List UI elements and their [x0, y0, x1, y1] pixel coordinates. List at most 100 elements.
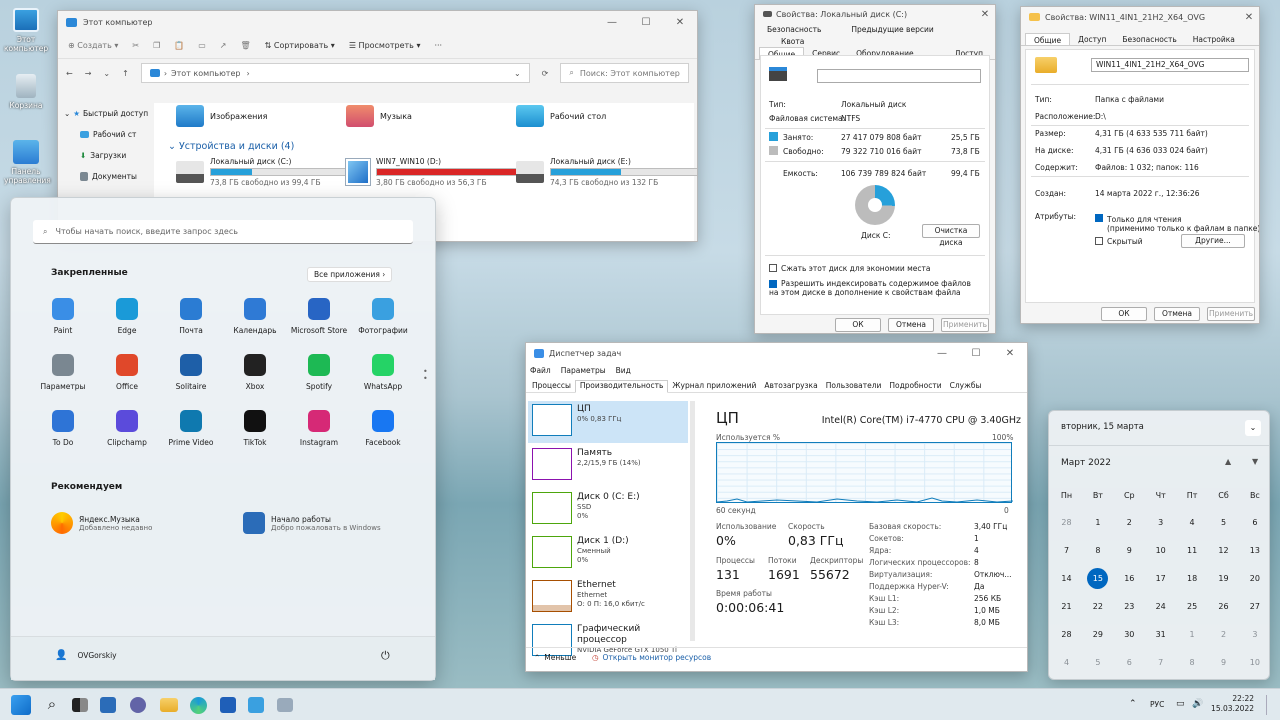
forward-icon[interactable]: → [85, 69, 92, 78]
calendar-day[interactable]: 5 [1082, 658, 1113, 667]
pinned-app-фотографии[interactable]: Фотографии [351, 298, 415, 335]
calendar-day[interactable]: 3 [1145, 518, 1176, 527]
tab-0[interactable]: Процессы [528, 381, 575, 392]
file-explorer-icon[interactable] [160, 698, 178, 712]
next-month-button[interactable]: ▼ [1252, 457, 1258, 466]
close-button[interactable]: ✕ [993, 348, 1027, 359]
drive-c[interactable]: Локальный диск (C:) 73,8 ГБ свободно из 9… [176, 157, 370, 187]
calendar-day[interactable]: 11 [1177, 546, 1208, 555]
nav-desktop[interactable]: Рабочий ст [58, 124, 150, 145]
cut-icon[interactable]: ✂ [132, 41, 139, 50]
folder-pictures[interactable]: Изображения [176, 105, 336, 127]
tab-general[interactable]: Общие [1025, 33, 1071, 45]
view-button[interactable]: ☰ Просмотреть ▾ [349, 41, 421, 50]
close-button[interactable]: ✕ [1239, 12, 1259, 23]
tab-3[interactable]: Автозагрузка [760, 381, 821, 392]
calendar-day[interactable]: 1 [1177, 630, 1208, 639]
network-icon[interactable]: ▭ [1176, 699, 1185, 709]
ok-button[interactable]: ОК [1101, 307, 1147, 321]
start-button[interactable] [11, 695, 31, 715]
calendar-day[interactable]: 5 [1208, 518, 1239, 527]
calendar-day[interactable]: 28 [1051, 518, 1082, 527]
calendar-day[interactable]: 23 [1114, 602, 1145, 611]
menu-view[interactable]: Вид [616, 366, 631, 375]
start-search-input[interactable]: ⌕ Чтобы начать поиск, введите запрос зде… [33, 220, 413, 244]
perf-item[interactable]: Память 2,2/15,9 ГБ (14%) [528, 445, 688, 487]
nav-downloads[interactable]: ⬇ Загрузки [58, 145, 150, 166]
pinned-app-edge[interactable]: Edge [95, 298, 159, 335]
collapse-calendar-button[interactable]: ⌄ [1245, 420, 1261, 436]
tab-previous-versions[interactable]: Предыдущие версии [843, 23, 941, 35]
pinned-app-office[interactable]: Office [95, 354, 159, 391]
user-account[interactable]: 👤 OVGorskiy [55, 650, 117, 661]
calendar-day[interactable]: 29 [1082, 630, 1113, 639]
desktop-icon-control-panel[interactable]: Панель управления [4, 140, 51, 185]
folder-name-input[interactable]: WIN11_4IN1_21H2_X64_OVG [1091, 58, 1249, 72]
calendar-day[interactable]: 16 [1114, 574, 1145, 583]
apply-button[interactable]: Применить [1207, 307, 1255, 321]
rename-icon[interactable]: ▭ [198, 41, 206, 50]
previous-month-button[interactable]: ▲ [1225, 457, 1231, 466]
close-button[interactable]: ✕ [663, 17, 697, 28]
ok-button[interactable]: ОК [835, 318, 881, 332]
pinned-app-instagram[interactable]: Instagram [287, 410, 351, 447]
clock[interactable]: 22:22 15.03.2022 [1210, 694, 1254, 714]
desktop-icon-this-pc[interactable]: Этот компьютер [4, 8, 48, 53]
hidden-checkbox[interactable]: Скрытый [1095, 237, 1143, 246]
advanced-button[interactable]: Другие... [1181, 234, 1245, 248]
calendar-day[interactable]: 20 [1239, 574, 1270, 583]
pinned-app-параметры[interactable]: Параметры [31, 354, 95, 391]
calendar-day[interactable]: 10 [1239, 658, 1270, 667]
task-view-icon[interactable] [72, 698, 88, 712]
open-resource-monitor-link[interactable]: ◷ Открыть монитор ресурсов [592, 653, 711, 662]
edge-icon[interactable] [190, 697, 207, 714]
perf-item[interactable]: Ethernet Ethernet О: 0 П: 16,0 кбит/с [528, 577, 688, 619]
calendar-day[interactable]: 28 [1051, 630, 1082, 639]
fewer-details-button[interactable]: ⌃ Меньше [534, 653, 576, 662]
calendar-month-label[interactable]: Март 2022 [1061, 458, 1111, 468]
calendar-day[interactable]: 27 [1239, 602, 1270, 611]
drive-e[interactable]: Локальный диск (E:) 74,3 ГБ свободно из 1… [516, 157, 697, 187]
calendar-day[interactable]: 2 [1208, 630, 1239, 639]
calendar-day[interactable]: 31 [1145, 630, 1176, 639]
search-input[interactable]: ⌕ Поиск: Этот компьютер [560, 63, 689, 83]
cancel-button[interactable]: Отмена [888, 318, 934, 332]
perf-item[interactable]: ЦП 0% 0,83 ГГц [528, 401, 688, 443]
recommended-item-get-started[interactable]: Начало работы Добро пожаловать в Windows [243, 512, 381, 534]
perf-item[interactable]: Диск 0 (C: E:) SSD 0% [528, 489, 688, 531]
tab-quota[interactable]: Квота [773, 35, 812, 47]
tab-security[interactable]: Безопасность [1114, 33, 1184, 45]
tab-1[interactable]: Производительность [574, 380, 669, 393]
pinned-app-почта[interactable]: Почта [159, 298, 223, 335]
calendar-day[interactable]: 3 [1239, 630, 1270, 639]
calendar-day[interactable]: 12 [1208, 546, 1239, 555]
sort-button[interactable]: ⇅ Сортировать ▾ [265, 41, 335, 50]
more-button[interactable]: ··· [434, 41, 442, 50]
nav-quick-access[interactable]: ⌄ ★ Быстрый доступ [58, 103, 150, 124]
tab-customize[interactable]: Настройка [1185, 33, 1243, 45]
calendar-day[interactable]: 6 [1239, 518, 1270, 527]
page-dots[interactable]: • • [423, 368, 428, 383]
recent-icon[interactable]: ⌄ [103, 69, 110, 78]
calendar-day[interactable]: 24 [1145, 602, 1176, 611]
tab-6[interactable]: Службы [946, 381, 986, 392]
calendar-day[interactable]: 19 [1208, 574, 1239, 583]
calendar-day[interactable]: 8 [1082, 546, 1113, 555]
pinned-app-календарь[interactable]: Календарь [223, 298, 287, 335]
search-icon[interactable]: ⌕ [42, 695, 62, 715]
delete-icon[interactable]: 🗑 [240, 41, 250, 50]
nav-documents[interactable]: Документы [58, 166, 150, 187]
pinned-app-prime-video[interactable]: Prime Video [159, 410, 223, 447]
pinned-app-facebook[interactable]: Facebook [351, 410, 415, 447]
all-apps-button[interactable]: Все приложения › [307, 267, 393, 282]
pinned-app-xbox[interactable]: Xbox [223, 354, 287, 391]
calendar-day[interactable]: 17 [1145, 574, 1176, 583]
recommended-item-yandex-music[interactable]: Яндекс.Музыка Добавлено недавно [51, 512, 152, 534]
store-icon[interactable] [220, 697, 236, 713]
calendar-day[interactable]: 1 [1082, 518, 1113, 527]
calendar-day[interactable]: 14 [1051, 574, 1082, 583]
calendar-day[interactable]: 18 [1177, 574, 1208, 583]
task-manager-icon[interactable] [277, 698, 293, 712]
folder-music[interactable]: Музыка [346, 105, 506, 127]
back-icon[interactable]: ← [66, 69, 73, 78]
